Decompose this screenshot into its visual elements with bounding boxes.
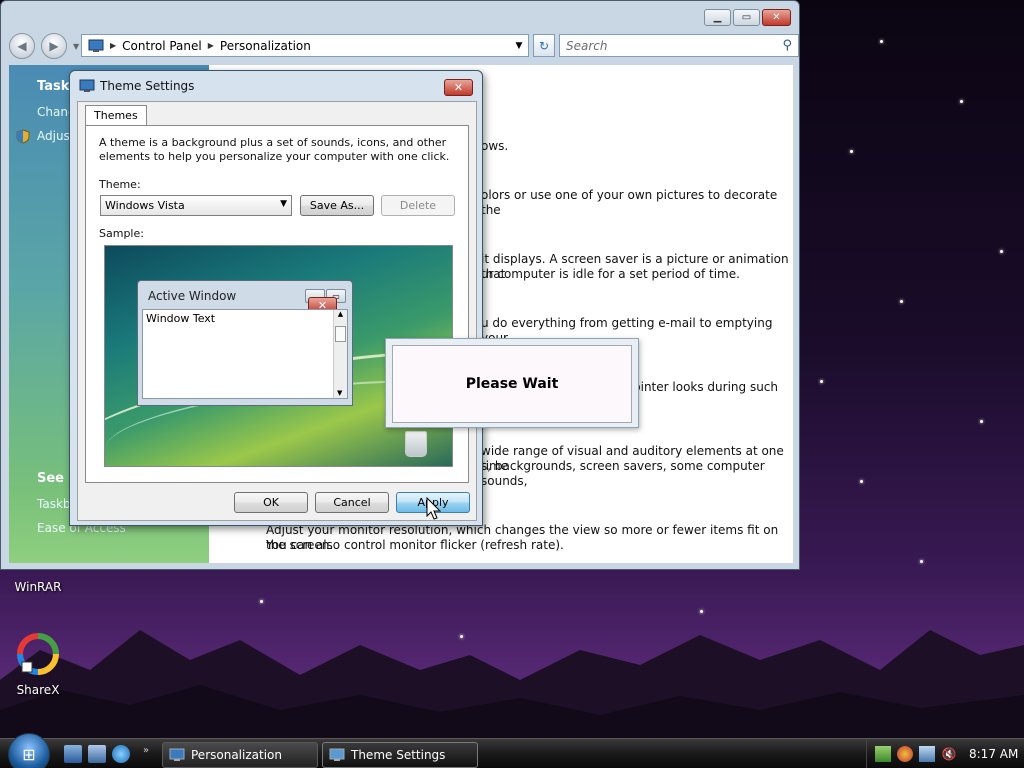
sample-caption-buttons: ▁ ▭ ✕ — [305, 289, 346, 314]
sample-scrollbar: ▲ ▼ — [333, 310, 347, 398]
theme-settings-icon — [329, 748, 345, 761]
star — [860, 480, 863, 483]
star — [1000, 250, 1003, 253]
please-wait-message: Please Wait — [392, 345, 632, 423]
refresh-button[interactable]: ↻ — [533, 34, 555, 57]
search-input[interactable]: Search ⚲ — [559, 34, 799, 57]
network-icon[interactable] — [875, 746, 891, 762]
address-bar[interactable]: ▶ Control Panel ▶ Personalization ▼ — [81, 34, 529, 57]
sample-window-body: Window Text ▲ ▼ — [142, 309, 348, 399]
scroll-up-icon: ▲ — [337, 310, 344, 318]
content-text: You can also control monitor flicker (re… — [266, 538, 564, 552]
theme-select[interactable]: Windows Vista ▼ — [100, 195, 292, 216]
please-wait-dialog: Please Wait — [385, 338, 639, 428]
dialog-panel: Themes A theme is a background plus a se… — [77, 101, 477, 521]
show-desktop-icon[interactable] — [64, 745, 82, 763]
breadcrumb-arrow-icon: ▶ — [207, 41, 214, 50]
taskbar-button-label: Theme Settings — [351, 748, 446, 762]
dialog-close-button[interactable]: ✕ — [444, 79, 473, 96]
content-text: ows. — [481, 139, 509, 153]
internet-explorer-icon[interactable] — [112, 745, 130, 763]
quick-launch-overflow-icon[interactable]: » — [143, 745, 149, 756]
forward-button[interactable]: ▶ — [41, 33, 67, 59]
desktop-icon-sharex[interactable]: ShareX — [8, 632, 68, 697]
maximize-button[interactable]: ▭ — [733, 9, 760, 26]
switch-windows-icon[interactable] — [88, 745, 106, 763]
star — [920, 560, 923, 563]
save-as-button[interactable]: Save As... — [300, 195, 374, 216]
mountain-silhouette — [0, 630, 1024, 740]
taskbar-button-theme-settings[interactable]: Theme Settings — [322, 742, 478, 768]
scroll-down-icon: ▼ — [337, 389, 343, 397]
star — [960, 100, 963, 103]
taskbar-button-personalization[interactable]: Personalization — [162, 742, 318, 768]
close-button[interactable]: ✕ — [762, 9, 791, 26]
sample-window-title: Active Window — [148, 289, 237, 303]
shield-icon — [16, 129, 30, 144]
sample-window-text: Window Text — [146, 312, 216, 325]
theme-settings-dialog: Theme Settings ✕ Themes A theme is a bac… — [69, 70, 483, 526]
star — [980, 420, 983, 423]
display-icon[interactable] — [919, 746, 935, 762]
volume-muted-icon[interactable]: 🔇 — [941, 746, 957, 762]
sample-active-window: Active Window ▁ ▭ ✕ Window Text ▲ ▼ — [137, 280, 353, 406]
notification-area: 🔇 8:17 AM — [866, 739, 1024, 768]
theme-label: Theme: — [99, 178, 141, 191]
sharex-icon — [17, 633, 59, 675]
breadcrumb-personalization[interactable]: Personalization — [220, 39, 311, 53]
content-text: ur computer is idle for a set period of … — [481, 267, 740, 281]
content-text: olors or use one of your own pictures to… — [481, 188, 778, 217]
content-text: pinter looks during such — [633, 380, 779, 394]
star — [820, 380, 823, 383]
search-icon[interactable]: ⚲ — [782, 38, 792, 53]
scroll-thumb — [335, 326, 346, 342]
cancel-button[interactable]: Cancel — [315, 492, 389, 513]
sample-label: Sample: — [99, 227, 144, 240]
theme-settings-icon — [79, 79, 95, 92]
start-button[interactable]: ⊞ — [8, 733, 50, 768]
sharex-tray-icon[interactable] — [897, 746, 913, 762]
chevron-down-icon: ▼ — [280, 199, 287, 209]
address-dropdown-icon[interactable]: ▼ — [510, 41, 528, 51]
mouse-pointer-icon — [426, 497, 442, 520]
navigation-bar: ◀ ▶ ▼ ▶ Control Panel ▶ Personalization … — [9, 31, 799, 61]
window-caption-buttons: ▁ ▭ ✕ — [704, 9, 791, 26]
desktop-icon-label: ShareX — [16, 683, 60, 697]
dialog-title: Theme Settings — [100, 79, 195, 93]
ok-button[interactable]: OK — [234, 492, 308, 513]
themes-tab-content: A theme is a background plus a set of so… — [85, 125, 469, 483]
minimize-button[interactable]: ▁ — [704, 9, 731, 26]
recycle-bin-icon — [405, 431, 427, 457]
desktop-icon-label: WinRAR — [14, 580, 62, 594]
star — [880, 40, 883, 43]
taskbar: ⊞ » Personalization Theme Settings 🔇 8:1… — [0, 733, 1024, 768]
star — [850, 150, 853, 153]
tab-themes[interactable]: Themes — [85, 105, 147, 125]
control-panel-icon — [169, 748, 185, 761]
control-panel-icon — [88, 39, 104, 52]
star — [900, 300, 903, 303]
taskbar-button-label: Personalization — [191, 748, 282, 762]
recent-pages-chevron-icon[interactable]: ▼ — [73, 42, 79, 51]
theme-description: elements to help you personalize your co… — [99, 150, 450, 163]
breadcrumb-control-panel[interactable]: Control Panel — [122, 39, 202, 53]
search-placeholder: Search — [566, 38, 608, 53]
content-text: s, backgrounds, screen savers, some comp… — [481, 459, 765, 488]
clock[interactable]: 8:17 AM — [969, 747, 1018, 761]
delete-button[interactable]: Delete — [381, 195, 455, 216]
theme-select-value: Windows Vista — [105, 199, 185, 212]
theme-description: A theme is a background plus a set of so… — [99, 136, 447, 149]
breadcrumb-arrow-icon: ▶ — [110, 41, 117, 50]
back-button[interactable]: ◀ — [9, 33, 35, 59]
